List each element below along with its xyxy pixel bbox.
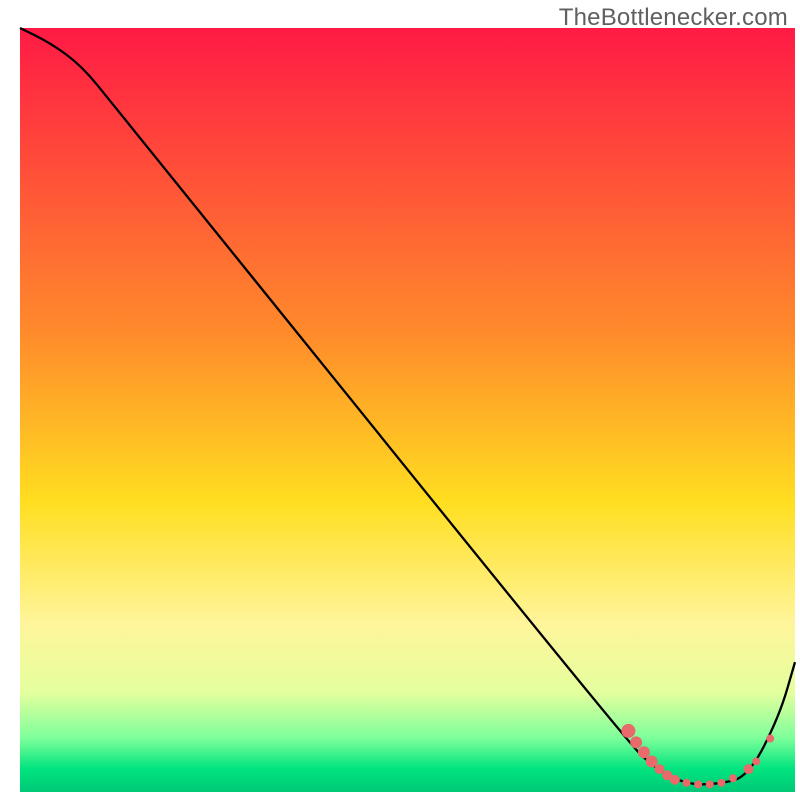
bottleneck-chart — [0, 0, 800, 800]
chart-stage: TheBottlenecker.com — [0, 0, 800, 800]
data-marker — [694, 780, 702, 788]
data-marker — [683, 779, 691, 787]
watermark-text: TheBottlenecker.com — [559, 4, 788, 32]
gradient-background — [20, 28, 795, 792]
data-marker — [752, 757, 760, 765]
data-marker — [621, 724, 635, 738]
data-marker — [744, 764, 754, 774]
data-marker — [706, 780, 714, 788]
data-marker — [717, 779, 725, 787]
data-marker — [630, 736, 642, 748]
data-marker — [766, 735, 774, 743]
data-marker — [638, 746, 650, 758]
data-marker — [729, 774, 737, 782]
data-marker — [670, 775, 680, 785]
